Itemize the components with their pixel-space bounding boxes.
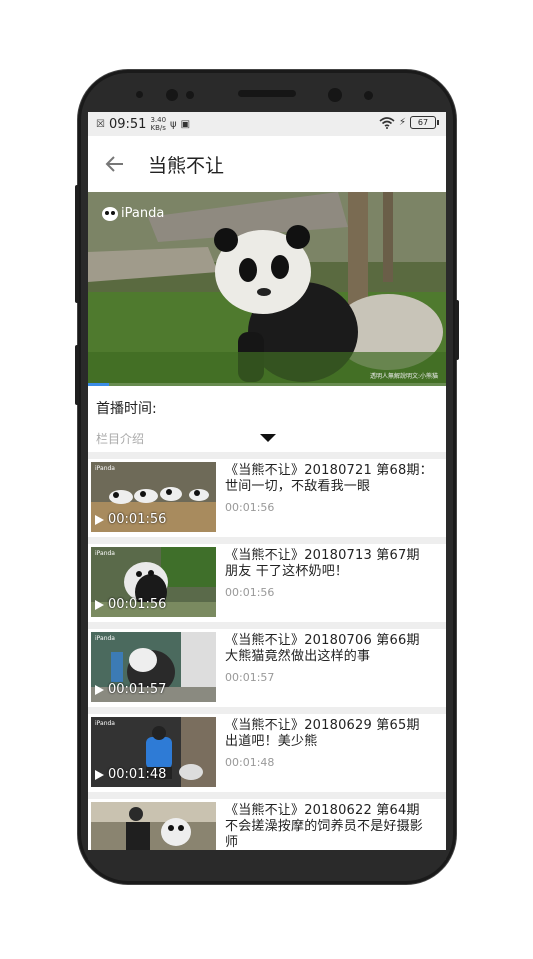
sensor-dot xyxy=(186,91,194,99)
episode-card[interactable]: iPanda 00:01:56 《当熊不让》20180721 第68期：世间一切… xyxy=(88,459,446,537)
episode-title: 《当熊不让》20180629 第65期 出道吧！美少熊 xyxy=(225,718,420,749)
sensor-dot xyxy=(136,91,143,98)
player-corner-caption: 透明人無解說明文:小熊貓 xyxy=(369,373,438,380)
charging-icon: ⚡ xyxy=(398,117,406,128)
thumbnail-duration: 00:01:56 xyxy=(95,597,166,612)
episode-thumbnail[interactable]: iPanda 00:01:57 xyxy=(91,632,216,702)
episode-title: 《当熊不让》20180713 第67期 朋友 干了这杯奶吧！ xyxy=(225,548,420,579)
episode-duration: 00:01:56 xyxy=(225,586,275,599)
screen-bottom-bezel xyxy=(88,850,446,860)
episode-duration: 00:01:56 xyxy=(225,501,275,514)
earpiece-speaker xyxy=(238,90,296,97)
episode-duration: 00:01:57 xyxy=(225,671,275,684)
notification-icon: ☒ xyxy=(96,118,105,130)
episode-title: 《当熊不让》20180706 第66期 大熊猫竟然做出这样的事 xyxy=(225,633,420,664)
volume-button xyxy=(75,185,79,303)
play-icon xyxy=(95,599,104,610)
wifi-icon xyxy=(379,116,395,129)
thumbnail-logo: iPanda xyxy=(95,635,115,642)
net-speed: 3.40 KB/s xyxy=(150,116,167,132)
screen: ☒ 09:51 3.40 KB/s ψ ▣ ⚡ 67 当熊不让 iPanda 透… xyxy=(88,112,446,850)
episode-title: 《当熊不让》20180721 第68期：世间一切，不敌看我一眼 xyxy=(225,463,433,494)
app-notify-icon: ▣ xyxy=(180,118,191,130)
status-time: 09:51 xyxy=(108,116,147,132)
episode-card[interactable]: 《当熊不让》20180622 第64期 不会搓澡按摩的饲养员不是好摄影师 xyxy=(88,799,446,850)
power-button xyxy=(455,300,459,360)
side-button xyxy=(75,345,79,405)
expand-arrow-icon[interactable] xyxy=(260,434,276,442)
play-icon xyxy=(95,769,104,780)
sensor-dot xyxy=(364,91,373,100)
status-bar: ☒ 09:51 3.40 KB/s ψ ▣ ⚡ 67 xyxy=(88,112,446,136)
episode-card[interactable]: iPanda 00:01:56 《当熊不让》20180713 第67期 朋友 干… xyxy=(88,544,446,622)
play-icon xyxy=(95,514,104,525)
front-camera-icon xyxy=(166,89,178,101)
episode-card[interactable]: iPanda 00:01:48 《当熊不让》20180629 第65期 出道吧！… xyxy=(88,714,446,792)
app-bar: 当熊不让 xyxy=(88,136,446,192)
usb-icon: ψ xyxy=(170,118,177,130)
thumbnail-duration: 00:01:48 xyxy=(95,767,166,782)
player-watermark: iPanda xyxy=(102,206,164,221)
episode-thumbnail[interactable] xyxy=(91,802,216,850)
thumbnail-duration: 00:01:56 xyxy=(95,512,166,527)
thumbnail-logo: iPanda xyxy=(95,550,115,557)
video-frame-panda xyxy=(88,192,446,386)
episode-thumbnail[interactable]: iPanda 00:01:56 xyxy=(91,462,216,532)
battery-icon: 67 xyxy=(410,116,439,129)
intro-toggle-label[interactable]: 栏目介绍 xyxy=(96,430,144,447)
episode-thumbnail[interactable]: iPanda 00:01:56 xyxy=(91,547,216,617)
episode-list: iPanda 00:01:56 《当熊不让》20180721 第68期：世间一切… xyxy=(88,452,446,850)
thumbnail-logo: iPanda xyxy=(95,465,115,472)
program-info: 首播时间: 栏目介绍 xyxy=(88,386,446,450)
airtime-label: 首播时间: xyxy=(96,401,157,417)
play-icon xyxy=(95,684,104,695)
front-camera-icon xyxy=(328,88,342,102)
episode-card[interactable]: iPanda 00:01:57 《当熊不让》20180706 第66期 大熊猫竟… xyxy=(88,629,446,707)
thumbnail-logo: iPanda xyxy=(95,720,115,727)
episode-duration: 00:01:48 xyxy=(225,756,275,769)
thumbnail-duration: 00:01:57 xyxy=(95,682,166,697)
video-player[interactable]: iPanda 透明人無解說明文:小熊貓 xyxy=(88,192,446,386)
page-title: 当熊不让 xyxy=(148,155,225,177)
episode-title: 《当熊不让》20180622 第64期 不会搓澡按摩的饲养员不是好摄影师 xyxy=(225,803,424,850)
episode-thumbnail[interactable]: iPanda 00:01:48 xyxy=(91,717,216,787)
panda-logo-icon xyxy=(102,206,118,221)
back-arrow-icon[interactable] xyxy=(104,153,126,175)
